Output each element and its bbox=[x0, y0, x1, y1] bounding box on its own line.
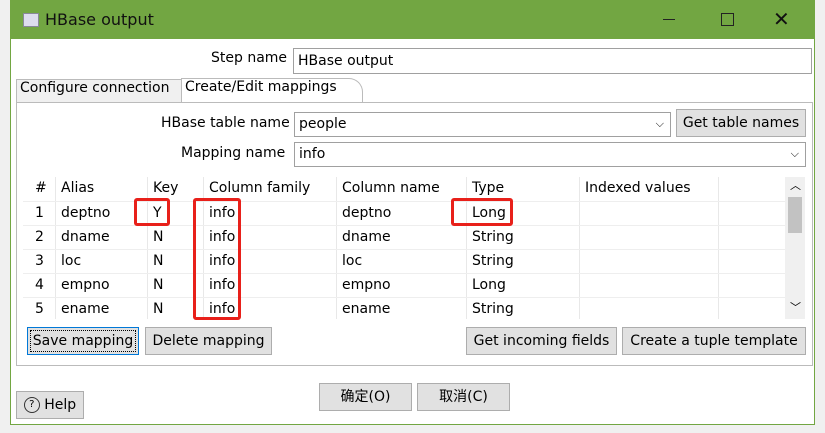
get-incoming-fields-button[interactable]: Get incoming fields bbox=[466, 327, 617, 355]
highlight-key bbox=[134, 198, 170, 226]
help-button[interactable]: ? Help bbox=[16, 391, 84, 419]
table-cell[interactable]: empno bbox=[61, 277, 110, 293]
step-name-input[interactable]: HBase output bbox=[293, 48, 812, 74]
column-header[interactable]: Alias bbox=[61, 180, 94, 196]
table-scrollbar[interactable]: ︿ ﹀ bbox=[785, 177, 805, 319]
hbase-table-combo[interactable]: people ⌵ bbox=[294, 112, 671, 137]
highlight-column-family bbox=[193, 198, 241, 320]
scroll-up-icon[interactable]: ︿ bbox=[790, 177, 801, 193]
table-cell[interactable]: 3 bbox=[35, 253, 44, 269]
table-cell[interactable]: empno bbox=[342, 277, 391, 293]
table-cell[interactable]: deptno bbox=[342, 205, 391, 221]
minimize-icon[interactable] bbox=[663, 19, 675, 20]
table-cell[interactable]: String bbox=[472, 301, 514, 317]
get-table-names-button[interactable]: Get table names bbox=[676, 109, 806, 137]
create-tuple-template-button[interactable]: Create a tuple template bbox=[622, 327, 806, 355]
table-cell[interactable]: 1 bbox=[35, 205, 44, 221]
mapping-name-combo[interactable]: info ⌵ bbox=[294, 142, 806, 167]
table-cell[interactable]: loc bbox=[342, 253, 362, 269]
column-header[interactable]: # bbox=[35, 180, 47, 196]
help-icon: ? bbox=[23, 397, 40, 413]
mapping-name-label: Mapping name bbox=[181, 145, 286, 161]
table-row[interactable]: 4 empno Ninfo empno Long bbox=[23, 273, 785, 298]
hbase-output-dialog: HBase output ✕ Step name HBase output Co… bbox=[10, 0, 815, 425]
table-cell[interactable]: ename bbox=[61, 301, 109, 317]
cancel-button[interactable]: 取消(C) bbox=[417, 383, 510, 411]
column-header[interactable]: Column name bbox=[342, 180, 440, 196]
table-cell[interactable]: deptno bbox=[61, 205, 110, 221]
table-cell[interactable]: loc bbox=[61, 253, 81, 269]
chevron-down-icon[interactable]: ⌵ bbox=[656, 113, 664, 135]
table-cell[interactable]: dname bbox=[61, 229, 110, 245]
table-cell[interactable]: String bbox=[472, 253, 514, 269]
table-cell[interactable]: 5 bbox=[35, 301, 44, 317]
tab-create-edit-mappings[interactable]: Create/Edit mappings bbox=[181, 78, 363, 103]
ok-button[interactable]: 确定(O) bbox=[319, 383, 412, 411]
column-header[interactable]: Column family bbox=[209, 180, 310, 196]
highlight-type bbox=[451, 198, 513, 226]
scroll-down-icon[interactable]: ﹀ bbox=[790, 299, 801, 315]
table-row[interactable]: 5 ename Ninfo ename String bbox=[23, 297, 785, 319]
table-row[interactable]: 3 loc Ninfo loc String bbox=[23, 249, 785, 274]
table-cell[interactable]: Long bbox=[472, 277, 506, 293]
table-row[interactable]: 2 dname Ninfo dname String bbox=[23, 225, 785, 250]
title-bar: HBase output ✕ bbox=[11, 1, 814, 39]
column-header[interactable]: Type bbox=[472, 180, 504, 196]
step-name-label: Step name bbox=[211, 50, 288, 66]
maximize-icon[interactable] bbox=[721, 13, 734, 26]
table-cell[interactable]: N bbox=[153, 277, 163, 293]
table-cell[interactable]: String bbox=[472, 229, 514, 245]
column-header[interactable]: Key bbox=[153, 180, 178, 196]
table-cell[interactable]: ename bbox=[342, 301, 390, 317]
scroll-thumb[interactable] bbox=[788, 197, 802, 233]
table-cell[interactable]: 2 bbox=[35, 229, 44, 245]
save-mapping-button[interactable]: Save mapping bbox=[27, 327, 139, 355]
delete-mapping-button[interactable]: Delete mapping bbox=[145, 327, 272, 355]
hbase-table-label: HBase table name bbox=[161, 115, 290, 131]
table-cell[interactable]: dname bbox=[342, 229, 391, 245]
hbase-step-icon bbox=[23, 13, 39, 27]
window-title: HBase output bbox=[45, 10, 154, 29]
table-cell[interactable]: 4 bbox=[35, 277, 44, 293]
tab-configure-connection[interactable]: Configure connection bbox=[16, 79, 183, 102]
chevron-down-icon[interactable]: ⌵ bbox=[791, 143, 799, 165]
column-header[interactable]: Indexed values bbox=[585, 180, 691, 196]
close-icon[interactable]: ✕ bbox=[773, 7, 790, 31]
table-cell[interactable]: N bbox=[153, 229, 163, 245]
table-cell[interactable]: N bbox=[153, 253, 163, 269]
table-cell[interactable]: N bbox=[153, 301, 163, 317]
